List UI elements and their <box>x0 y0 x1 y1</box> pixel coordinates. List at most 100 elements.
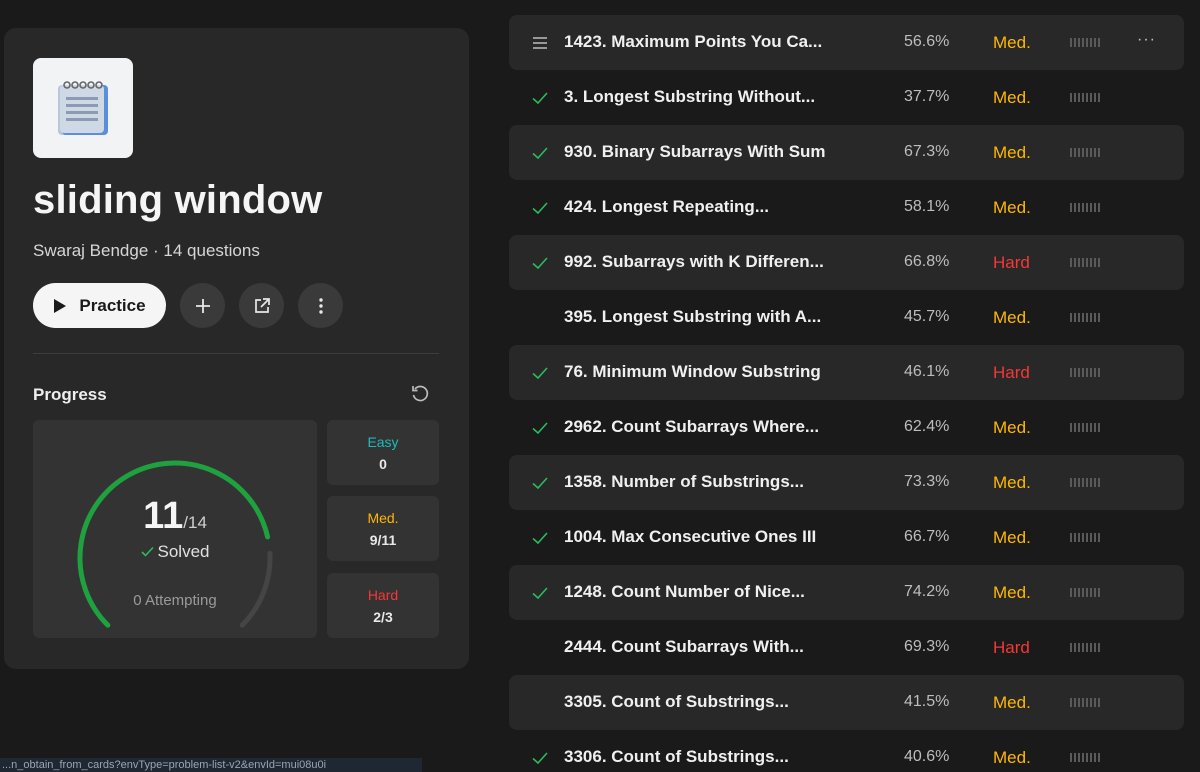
easy-value: 0 <box>379 456 387 472</box>
acceptance-rate: 66.8% <box>904 253 950 270</box>
frequency-bars-icon <box>1070 753 1100 762</box>
plus-icon <box>195 298 210 313</box>
solved-check-icon <box>532 92 548 105</box>
meta-separator: · <box>148 241 164 260</box>
drag-handle-icon[interactable] <box>531 34 549 52</box>
difficulty-label: Med. <box>993 88 1031 107</box>
medium-stat[interactable]: Med. 9/11 <box>327 496 439 561</box>
author-name[interactable]: Swaraj Bendge <box>33 241 148 260</box>
question-title[interactable]: 1004. Max Consecutive Ones III <box>564 527 816 547</box>
medium-value: 9/11 <box>369 532 397 548</box>
practice-label: Practice <box>79 295 146 315</box>
frequency-bars-icon <box>1070 368 1100 377</box>
more-options-button[interactable] <box>298 283 343 328</box>
solved-number: 11 <box>143 495 184 537</box>
acceptance-rate: 73.3% <box>904 473 950 490</box>
question-row[interactable]: 1248. Count Number of Nice... 74.2% Med. <box>509 565 1184 620</box>
frequency-bars-icon <box>1070 313 1100 322</box>
acceptance-rate: 69.3% <box>904 638 950 655</box>
question-title[interactable]: 2444. Count Subarrays With... <box>564 637 804 657</box>
question-title[interactable]: 1248. Count Number of Nice... <box>564 582 805 602</box>
frequency-bars-icon <box>1070 423 1100 432</box>
question-row[interactable]: 76. Minimum Window Substring 46.1% Hard <box>509 345 1184 400</box>
question-row[interactable]: 3305. Count of Substrings... 41.5% Med. <box>509 675 1184 730</box>
difficulty-label: Med. <box>993 308 1031 327</box>
difficulty-label: Med. <box>993 748 1031 767</box>
easy-label: Easy <box>367 434 399 450</box>
question-count: 14 questions <box>163 241 260 260</box>
difficulty-label: Med. <box>993 143 1031 162</box>
question-title[interactable]: 3306. Count of Substrings... <box>564 747 789 767</box>
question-row[interactable]: 3. Longest Substring Without... 37.7% Med. <box>509 70 1184 125</box>
difficulty-label: Med. <box>993 528 1031 547</box>
share-button[interactable] <box>239 283 284 328</box>
total-number: /14 <box>183 513 207 532</box>
question-title[interactable]: 395. Longest Substring with A... <box>564 307 821 327</box>
question-title[interactable]: 76. Minimum Window Substring <box>564 362 821 382</box>
solved-check-icon <box>532 477 548 490</box>
difficulty-label: Med. <box>993 418 1031 437</box>
vertical-dots-icon <box>318 297 323 314</box>
acceptance-rate: 56.6% <box>904 33 950 50</box>
acceptance-rate: 62.4% <box>904 418 950 435</box>
question-title[interactable]: 1358. Number of Substrings... <box>564 472 804 492</box>
question-row[interactable]: 2962. Count Subarrays Where... 62.4% Med. <box>509 400 1184 455</box>
more-horizontal-icon[interactable]: ··· <box>1137 31 1156 49</box>
question-row[interactable]: 395. Longest Substring with A... 45.7% Med… <box>509 290 1184 345</box>
notepad-icon <box>33 58 133 158</box>
hard-stat[interactable]: Hard 2/3 <box>327 573 439 638</box>
difficulty-label: Hard <box>993 638 1030 657</box>
difficulty-label: Med. <box>993 583 1031 602</box>
check-icon <box>140 546 154 557</box>
solved-check-icon <box>532 422 548 435</box>
solved-progress-ring: 11/14 Solved 0 Attempting <box>33 420 317 638</box>
question-title[interactable]: 1423. Maximum Points You Ca... <box>564 32 822 52</box>
frequency-bars-icon <box>1070 148 1100 157</box>
solved-check-icon <box>532 752 548 765</box>
attempting-count: 0 Attempting <box>133 592 217 609</box>
question-row[interactable]: 1004. Max Consecutive Ones III 66.7% Med. <box>509 510 1184 565</box>
acceptance-rate: 66.7% <box>904 528 950 545</box>
add-button[interactable] <box>180 283 225 328</box>
solved-check-icon <box>532 587 548 600</box>
acceptance-rate: 41.5% <box>904 693 950 710</box>
practice-button[interactable]: Practice <box>33 283 166 328</box>
question-title[interactable]: 3305. Count of Substrings... <box>564 692 789 712</box>
question-title[interactable]: 992. Subarrays with K Differen... <box>564 252 824 272</box>
difficulty-label: Med. <box>993 473 1031 492</box>
question-row[interactable]: 2444. Count Subarrays With... 69.3% Hard <box>509 620 1184 675</box>
frequency-bars-icon <box>1070 258 1100 267</box>
question-row[interactable]: 992. Subarrays with K Differen... 66.8% Ha… <box>509 235 1184 290</box>
difficulty-label: Med. <box>993 33 1031 52</box>
question-row[interactable]: 424. Longest Repeating... 58.1% Med. <box>509 180 1184 235</box>
acceptance-rate: 37.7% <box>904 88 950 105</box>
question-title[interactable]: 930. Binary Subarrays With Sum <box>564 142 826 162</box>
frequency-bars-icon <box>1070 478 1100 487</box>
frequency-bars-icon <box>1070 588 1100 597</box>
acceptance-rate: 58.1% <box>904 198 950 215</box>
difficulty-label: Hard <box>993 363 1030 382</box>
difficulty-label: Med. <box>993 198 1031 217</box>
medium-label: Med. <box>367 510 399 526</box>
question-row[interactable]: 3306. Count of Substrings... 40.6% Med. <box>509 730 1184 772</box>
question-row[interactable]: 930. Binary Subarrays With Sum 67.3% Med. <box>509 125 1184 180</box>
page-title: sliding window <box>33 178 323 222</box>
solved-check-icon <box>532 367 548 380</box>
difficulty-label: Med. <box>993 693 1031 712</box>
external-link-icon <box>254 297 270 313</box>
question-row[interactable]: 1358. Number of Substrings... 73.3% Med. <box>509 455 1184 510</box>
question-row[interactable]: 1423. Maximum Points You Ca... 56.6% Med. ·… <box>509 15 1184 70</box>
acceptance-rate: 74.2% <box>904 583 950 600</box>
question-title[interactable]: 2962. Count Subarrays Where... <box>564 417 819 437</box>
reset-progress-icon[interactable] <box>410 384 430 409</box>
question-title[interactable]: 3. Longest Substring Without... <box>564 87 815 107</box>
solved-count: 11/14 <box>33 495 317 538</box>
easy-stat[interactable]: Easy 0 <box>327 420 439 485</box>
question-title[interactable]: 424. Longest Repeating... <box>564 197 769 217</box>
ring-track <box>239 550 273 628</box>
frequency-bars-icon <box>1070 93 1100 102</box>
status-bar-url: ...n_obtain_from_cards?envType=problem-l… <box>0 758 422 772</box>
solved-check-icon <box>532 202 548 215</box>
solved-check-icon <box>532 257 548 270</box>
list-meta: Swaraj Bendge · 14 questions <box>33 241 260 261</box>
